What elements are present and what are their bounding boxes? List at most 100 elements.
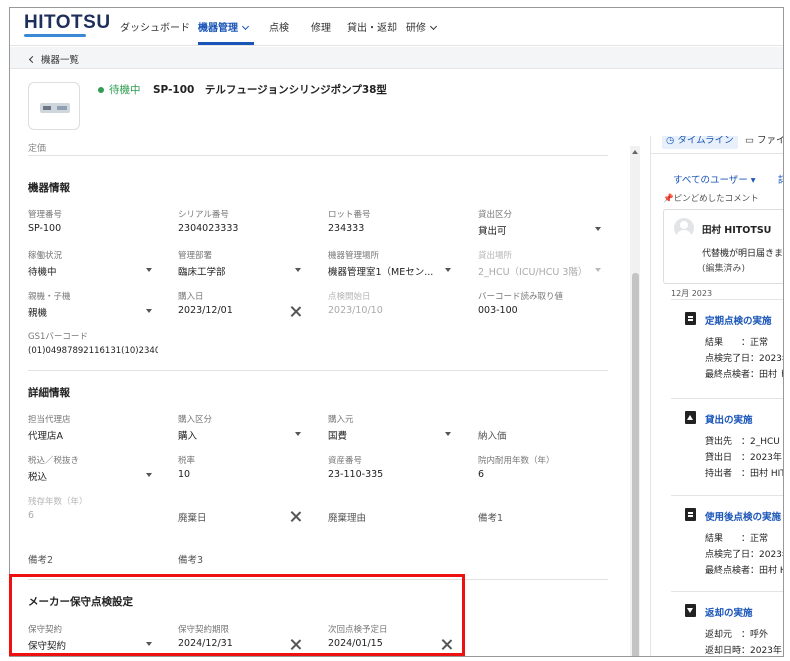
pinned-comments-text: ピンどめしたコメント — [673, 194, 759, 204]
tab-timeline[interactable]: ◷ タイムライン — [662, 136, 738, 149]
timeline-event[interactable]: 使用後点検の実施 結果 ：正常 点検完了日：2023年 最終点検者：田村 HI — [671, 495, 784, 581]
event-title[interactable]: 返却の実施 — [705, 605, 753, 619]
event-detail: 返却元 ：呼外 — [705, 630, 769, 640]
event-detail: 返却日時：2023年12 — [705, 646, 783, 656]
dropdown-arrow-icon[interactable] — [295, 268, 301, 272]
purchase-category-select[interactable]: 購入 — [178, 428, 197, 442]
operation-status-select[interactable]: 待機中 — [28, 264, 57, 278]
dropdown-arrow-icon[interactable] — [595, 227, 601, 231]
dropdown-arrow-icon[interactable] — [146, 309, 152, 313]
dropdown-arrow-icon[interactable] — [295, 432, 301, 436]
tax-type-select[interactable]: 税込 — [28, 469, 47, 483]
lot-number-input[interactable]: 234333 — [328, 223, 364, 234]
event-title[interactable]: 貸出の実施 — [705, 412, 753, 426]
field-label: 税込／税抜き — [28, 456, 80, 466]
section-title-detail-info: 詳細情報 — [28, 387, 70, 399]
nav-dashboard[interactable]: ダッシュボード — [120, 19, 190, 34]
disposal-date-input[interactable]: 廃棄日 — [178, 510, 207, 524]
disposal-reason-input[interactable]: 廃棄理由 — [328, 510, 366, 524]
top-navigation: HITOTSU ダッシュボード 機器管理 点検 修理 貸出・返却 研修 — [10, 8, 783, 46]
agency-input[interactable]: 代理店A — [28, 428, 63, 442]
gs1-barcode-input[interactable]: (01)04987892116131(10)23403 — [28, 346, 158, 356]
chevron-left-icon — [28, 55, 37, 64]
section-title-equipment-info: 機器情報 — [28, 182, 70, 194]
pinned-comment-card[interactable]: 田村 HITOTSU 代替機が明日届きま (編集済み) — [663, 209, 784, 284]
remaining-years-input: 6 — [28, 510, 35, 521]
field-label: 稼働状況 — [28, 251, 63, 261]
status-dot-icon — [98, 87, 104, 93]
management-location-select[interactable]: 機器管理室1（MEセン... — [328, 264, 433, 278]
user-filter-select[interactable]: すべてのユーザー ▾ — [673, 172, 756, 186]
divider — [651, 153, 783, 154]
device-thumbnail[interactable] — [28, 82, 80, 130]
user-filter-label: すべてのユーザー — [673, 175, 748, 186]
download-icon — [685, 604, 696, 617]
field-label: 院内耐用年数（年） — [478, 456, 555, 466]
serial-number-input[interactable]: 2304023333 — [178, 223, 238, 234]
nav-training[interactable]: 研修 — [406, 19, 438, 34]
field-label: 機器管理場所 — [328, 251, 380, 261]
dropdown-arrow-icon[interactable] — [146, 473, 152, 477]
dropdown-arrow-icon[interactable] — [445, 432, 451, 436]
remarks1-input[interactable]: 備考1 — [478, 510, 503, 524]
durable-years-input[interactable]: 6 — [478, 469, 484, 480]
scroll-up-arrow-icon[interactable] — [632, 150, 638, 154]
purchase-date-input[interactable]: 2023/12/01 — [178, 305, 233, 316]
purchase-source-select[interactable]: 国費 — [328, 428, 347, 442]
event-detail: 最終点検者：田村 ヒ — [705, 370, 784, 380]
lending-location-select: 2_HCU（ICU/HCU 3階） — [478, 267, 588, 278]
event-detail: 貸出日 ：2023年12 — [705, 453, 783, 463]
field-label: 残存年数（年） — [28, 497, 88, 507]
chevron-down-icon — [429, 22, 438, 31]
event-detail: 最終点検者：田村 HI — [705, 566, 784, 576]
clear-icon[interactable] — [290, 306, 301, 317]
dropdown-arrow-icon[interactable] — [445, 268, 451, 272]
nav-lending-return[interactable]: 貸出・返却 — [347, 19, 397, 34]
comment-body: 代替機が明日届きま — [702, 249, 784, 259]
timeline-month: 12月 2023 — [671, 289, 713, 298]
tab-timeline-label: タイムライン — [677, 136, 734, 146]
detail-filter-select[interactable]: 詳 — [778, 172, 783, 186]
breadcrumb-back-link[interactable]: 機器一覧 — [28, 52, 79, 66]
nav-repair[interactable]: 修理 — [311, 19, 331, 34]
field-label: 購入日 — [178, 292, 204, 302]
tax-rate-input[interactable]: 10 — [178, 469, 190, 480]
hitotsu-logo[interactable]: HITOTSU — [24, 12, 111, 34]
field-label: 税率 — [178, 456, 196, 466]
field-label: 定価 — [28, 144, 47, 154]
field-label: 管理部署 — [178, 251, 213, 261]
active-nav-indicator — [198, 42, 254, 45]
lending-category-select[interactable]: 貸出可 — [478, 223, 507, 237]
nav-equipment-management[interactable]: 機器管理 — [198, 19, 250, 34]
clear-icon[interactable] — [290, 511, 301, 522]
dropdown-arrow-icon[interactable] — [146, 268, 152, 272]
asset-number-input[interactable]: 23-110-335 — [328, 469, 383, 480]
dropdown-arrow-icon — [595, 268, 601, 272]
barcode-value-input[interactable]: 003-100 — [478, 305, 518, 316]
nav-inspection[interactable]: 点検 — [269, 19, 289, 34]
pinned-comments-label: 📌ピンどめしたコメント — [663, 194, 759, 204]
timeline-event[interactable]: 貸出の実施 貸出先 ：2_HCU 貸出日 ：2023年12 持出者 ：田村 HI… — [671, 398, 783, 484]
remarks2-input[interactable]: 備考2 — [28, 552, 53, 566]
field-label: ロット番号 — [328, 210, 371, 220]
event-title[interactable]: 使用後点検の実施 — [705, 509, 781, 523]
parent-child-select[interactable]: 親機 — [28, 305, 47, 319]
delivery-price-input[interactable]: 納入価 — [478, 428, 507, 442]
remarks3-input[interactable]: 備考3 — [178, 552, 203, 566]
nav-training-label: 研修 — [406, 23, 426, 34]
event-detail: 貸出先 ：2_HCU — [705, 437, 780, 447]
inspection-start-date-input: 2023/10/10 — [328, 305, 383, 316]
event-detail: 持出者 ：田村 HITO — [705, 469, 783, 479]
scrollbar-thumb[interactable] — [632, 273, 639, 656]
field-label: 購入区分 — [178, 415, 213, 425]
field-label: 購入元 — [328, 415, 354, 425]
device-header: 待機中 SP-100 テルフュージョンシリンジポンプ38型 — [10, 70, 783, 136]
timeline-event[interactable]: 定期点検の実施 結果 ：正常 点検完了日：2023年 最終点検者：田村 ヒ — [671, 299, 784, 385]
timeline-event[interactable]: 返却の実施 返却元 ：呼外 返却日時：2023年12 — [671, 591, 783, 656]
event-detail: 点検完了日：2023年 — [705, 354, 784, 364]
tab-files-label: ファイ — [757, 136, 784, 146]
management-number-input[interactable]: SP-100 — [28, 223, 61, 234]
event-title[interactable]: 定期点検の実施 — [705, 313, 772, 327]
tab-files[interactable]: ▭ ファイ — [741, 136, 784, 149]
management-department-select[interactable]: 臨床工学部 — [178, 264, 226, 278]
